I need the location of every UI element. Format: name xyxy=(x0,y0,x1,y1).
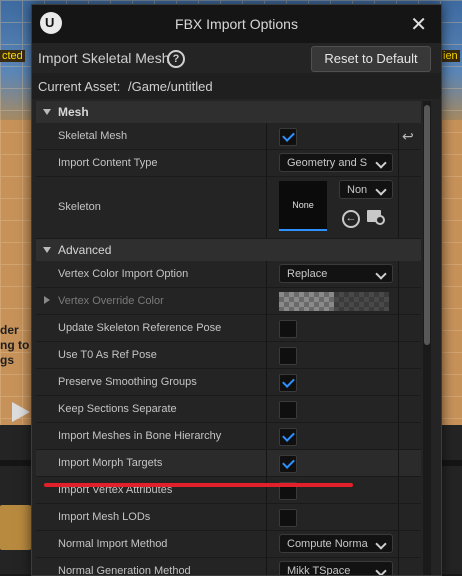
chevron-down-icon xyxy=(375,538,387,550)
chevron-down-icon xyxy=(375,565,387,575)
row-keep-sections: Keep Sections Separate xyxy=(36,396,421,423)
update-skeleton-ref-checkbox[interactable] xyxy=(279,320,297,338)
row-label: Keep Sections Separate xyxy=(58,403,177,415)
dialog-title: FBX Import Options xyxy=(175,16,298,32)
vertex-color-import-dropdown[interactable]: Replace xyxy=(279,264,393,283)
row-label: Import Mesh LODs xyxy=(58,511,151,523)
row-import-meshes-bone: Import Meshes in Bone Hierarchy xyxy=(36,423,421,450)
import-meshes-bone-checkbox[interactable] xyxy=(279,428,297,446)
viewport-text-3: gs xyxy=(0,353,15,367)
row-update-skeleton-ref: Update Skeleton Reference Pose xyxy=(36,315,421,342)
dropdown-value: Compute Norma xyxy=(287,538,368,550)
row-label: Update Skeleton Reference Pose xyxy=(58,322,222,334)
section-advanced[interactable]: Advanced xyxy=(36,239,421,261)
viewport-text-1: der xyxy=(0,323,19,337)
current-asset-label: Current Asset: xyxy=(38,79,121,94)
annotation-underline xyxy=(44,483,353,487)
chevron-down-icon xyxy=(43,109,51,115)
row-use-t0: Use T0 As Ref Pose xyxy=(36,342,421,369)
row-label: Import Morph Targets xyxy=(58,457,163,469)
import-content-type-dropdown[interactable]: Geometry and S xyxy=(279,153,393,172)
reset-arrow-icon[interactable]: ↩ xyxy=(402,128,414,145)
row-import-mesh-lods: Import Mesh LODs xyxy=(36,504,421,531)
title-bar: U FBX Import Options ✕ xyxy=(32,5,441,43)
reset-to-default-button[interactable]: Reset to Default xyxy=(311,46,431,72)
section-mesh[interactable]: Mesh xyxy=(36,101,421,123)
import-header: Import Skeletal Mesh ? Reset to Default xyxy=(32,43,441,73)
chevron-down-icon xyxy=(375,184,387,196)
skeleton-thumbnail[interactable]: None xyxy=(279,181,327,231)
properties-panel: Mesh Skeletal Mesh ↩ Import Content Type… xyxy=(36,101,421,576)
browse-folder-icon[interactable] xyxy=(367,210,385,225)
row-label: Use T0 As Ref Pose xyxy=(58,349,157,361)
row-label: Import Content Type xyxy=(58,157,158,169)
import-header-label: Import Skeletal Mesh xyxy=(38,50,170,66)
row-label: Normal Generation Method xyxy=(58,565,191,576)
row-label: Import Meshes in Bone Hierarchy xyxy=(58,430,222,442)
row-normal-generation-method: Normal Generation Method Mikk TSpace xyxy=(36,558,421,576)
preserve-smoothing-checkbox[interactable] xyxy=(279,374,297,392)
fbx-import-dialog: U FBX Import Options ✕ Import Skeletal M… xyxy=(31,4,442,576)
properties-scrollbar[interactable] xyxy=(423,101,431,575)
dropdown-value: Mikk TSpace xyxy=(287,565,351,576)
row-label: Skeletal Mesh xyxy=(58,130,128,142)
row-label: Vertex Color Import Option xyxy=(58,268,189,280)
normal-import-method-dropdown[interactable]: Compute Norma xyxy=(279,534,393,553)
section-mesh-label: Mesh xyxy=(58,105,89,119)
row-normal-import-method: Normal Import Method Compute Norma xyxy=(36,531,421,558)
help-icon[interactable]: ? xyxy=(167,50,185,68)
row-vertex-color-import: Vertex Color Import Option Replace xyxy=(36,261,421,288)
row-import-morph-targets: Import Morph Targets xyxy=(36,450,421,477)
row-label: Skeleton xyxy=(58,201,101,213)
row-label: Normal Import Method xyxy=(58,538,168,550)
dropdown-value: Geometry and S xyxy=(287,157,368,169)
viewport-text-2: ng to xyxy=(0,338,30,352)
row-vertex-override-color: Vertex Override Color xyxy=(36,288,421,315)
current-asset-row: Current Asset: /Game/untitled xyxy=(32,73,441,99)
vertex-override-color-swatch[interactable] xyxy=(279,292,389,311)
skeletal-mesh-checkbox[interactable] xyxy=(279,128,297,146)
viewport-label-left: cted xyxy=(0,50,25,62)
dropdown-value: Non xyxy=(347,184,368,196)
row-skeleton: Skeleton None Non ← xyxy=(36,177,421,239)
scrollbar-thumb[interactable] xyxy=(424,105,430,345)
viewport-label-right: ien xyxy=(441,50,460,62)
chevron-down-icon xyxy=(375,268,387,280)
close-icon[interactable]: ✕ xyxy=(410,12,427,37)
row-import-content-type: Import Content Type Geometry and S xyxy=(36,150,421,177)
import-mesh-lods-checkbox[interactable] xyxy=(279,509,297,527)
row-preserve-smoothing: Preserve Smoothing Groups xyxy=(36,369,421,396)
skeleton-dropdown[interactable]: Non xyxy=(339,180,393,199)
chevron-down-icon xyxy=(43,247,51,253)
expand-arrow-icon[interactable] xyxy=(44,296,50,304)
row-label: Vertex Override Color xyxy=(58,295,164,307)
keep-sections-checkbox[interactable] xyxy=(279,401,297,419)
use-t0-checkbox[interactable] xyxy=(279,347,297,365)
dropdown-value: Replace xyxy=(287,268,328,280)
play-icon xyxy=(12,402,30,422)
chevron-down-icon xyxy=(375,157,387,169)
row-label: Preserve Smoothing Groups xyxy=(58,376,197,388)
use-selected-arrow-icon[interactable]: ← xyxy=(342,210,360,228)
row-import-vertex-attributes: Import Vertex Attributes xyxy=(36,477,421,504)
row-skeletal-mesh: Skeletal Mesh ↩ xyxy=(36,123,421,150)
section-advanced-label: Advanced xyxy=(58,243,112,257)
current-asset-value: /Game/untitled xyxy=(128,79,213,94)
import-morph-targets-checkbox[interactable] xyxy=(279,455,297,473)
folder-icon xyxy=(0,505,34,550)
